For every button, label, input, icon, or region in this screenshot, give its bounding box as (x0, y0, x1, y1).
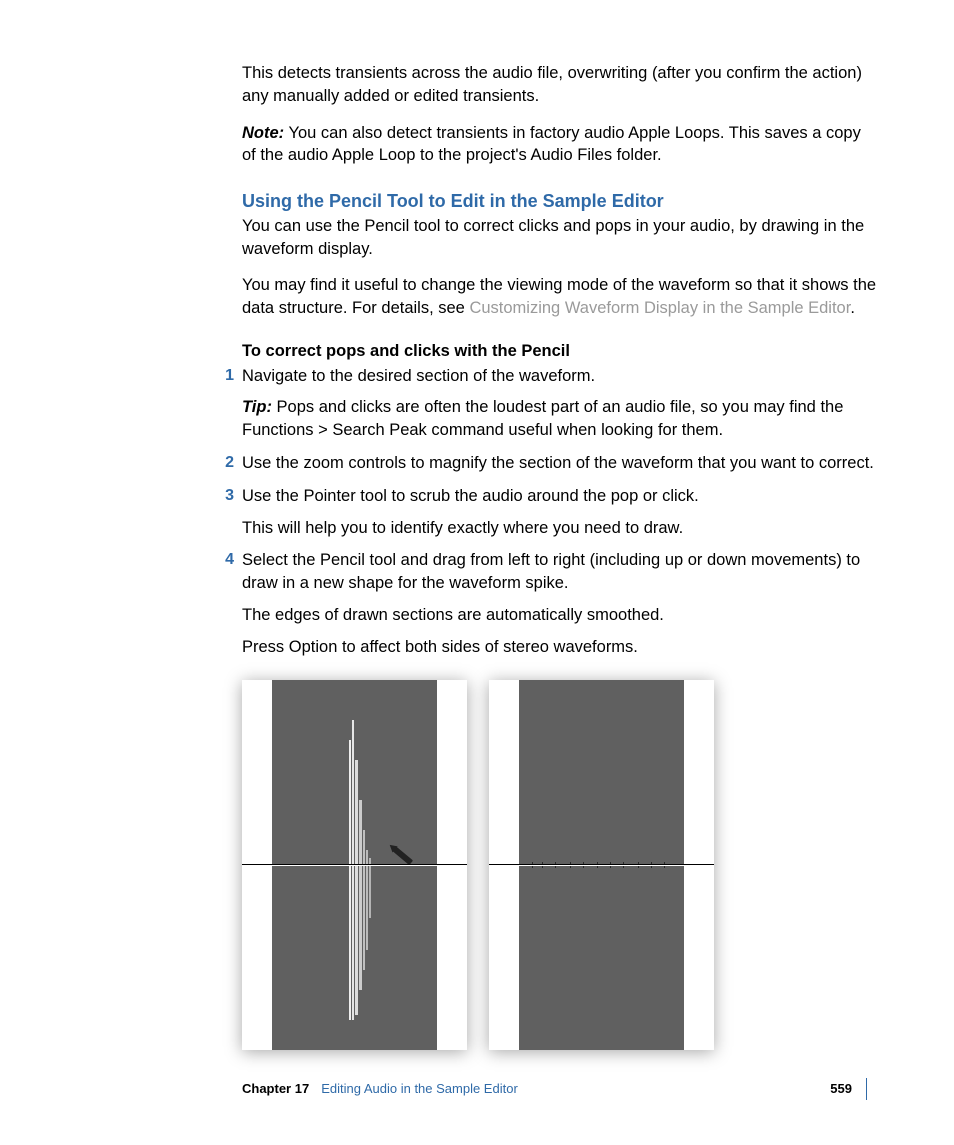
step-4: Select the Pencil tool and drag from lef… (242, 549, 877, 658)
waveform-before-figure (242, 680, 467, 1050)
chapter-title: Editing Audio in the Sample Editor (321, 1080, 518, 1098)
note-label: Note: (242, 124, 284, 142)
step-3: Use the Pointer tool to scrub the audio … (242, 485, 877, 540)
tip-label: Tip: (242, 398, 272, 416)
step-2: Use the zoom controls to magnify the sec… (242, 452, 877, 475)
intro-paragraph: This detects transients across the audio… (242, 62, 877, 108)
step-text: Select the Pencil tool and drag from lef… (242, 549, 877, 595)
footer-rule-icon (866, 1078, 867, 1100)
section-p2-b: . (850, 299, 855, 317)
sub-heading: To correct pops and clicks with the Penc… (242, 340, 877, 363)
figures-row (242, 680, 877, 1050)
section-p2: You may find it useful to change the vie… (242, 274, 877, 320)
xref-link[interactable]: Customizing Waveform Display in the Samp… (469, 299, 850, 317)
waveform-after-figure (489, 680, 714, 1050)
note-paragraph: Note: You can also detect transients in … (242, 122, 877, 168)
section-heading: Using the Pencil Tool to Edit in the Sam… (242, 189, 877, 214)
step-extra-text: Press Option to affect both sides of ste… (242, 636, 877, 659)
chapter-label: Chapter 17 (242, 1080, 309, 1098)
page-number: 559 (830, 1080, 852, 1098)
step-tip: Tip: Pops and clicks are often the loude… (242, 396, 877, 442)
step-1: Navigate to the desired section of the w… (242, 365, 877, 442)
section-p1: You can use the Pencil tool to correct c… (242, 215, 877, 261)
page-footer: Chapter 17 Editing Audio in the Sample E… (242, 1078, 877, 1100)
step-text: Use the zoom controls to magnify the sec… (242, 452, 877, 475)
step-text: Use the Pointer tool to scrub the audio … (242, 485, 877, 508)
waveform-centerline (489, 864, 714, 866)
note-text: You can also detect transients in factor… (242, 124, 861, 165)
step-text: Navigate to the desired section of the w… (242, 365, 877, 388)
steps-list: Navigate to the desired section of the w… (242, 365, 877, 659)
step-extra-text: The edges of drawn sections are automati… (242, 604, 877, 627)
step-extra-text: This will help you to identify exactly w… (242, 517, 877, 540)
waveform-centerline (242, 864, 467, 866)
tip-text: Pops and clicks are often the loudest pa… (242, 398, 843, 439)
